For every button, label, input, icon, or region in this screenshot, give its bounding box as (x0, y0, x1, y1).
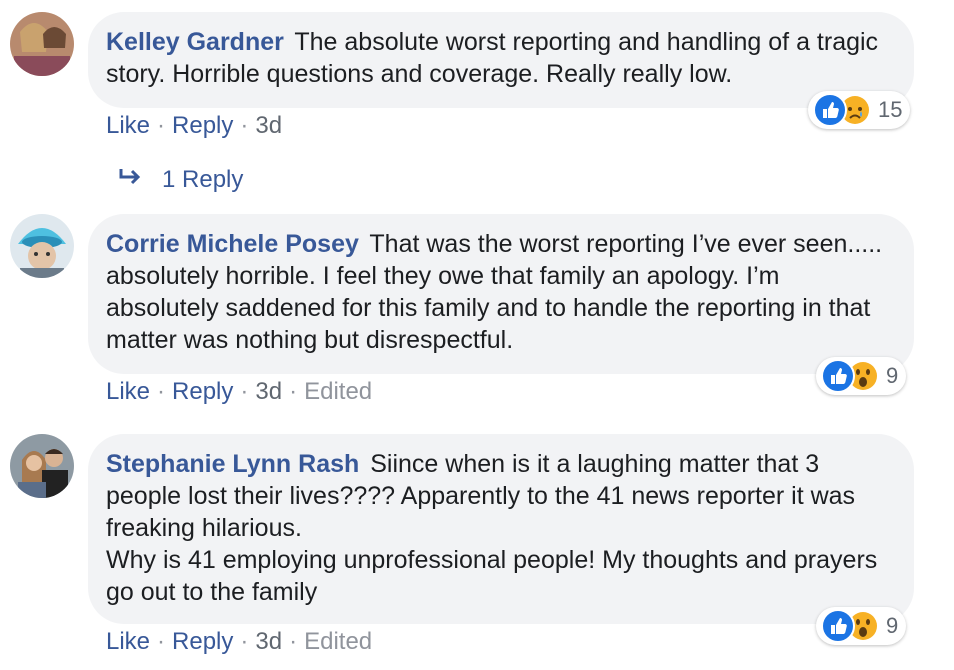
separator: · (289, 378, 298, 405)
reply-arrow-icon (118, 166, 146, 194)
like-link[interactable]: Like (106, 112, 150, 139)
reactions-summary[interactable]: 9 (816, 607, 907, 645)
like-link[interactable]: Like (106, 628, 150, 655)
reply-link[interactable]: Reply (172, 378, 233, 405)
comment-bubble: Kelley Gardner The absolute worst report… (88, 12, 914, 108)
avatar[interactable] (10, 434, 74, 498)
timestamp[interactable]: 3d (255, 378, 282, 405)
separator: · (240, 112, 249, 139)
comment-bubble: Stephanie Lynn Rash Siince when is it a … (88, 434, 914, 624)
comment-actions: Like · Reply · 3d · Edited (106, 627, 372, 657)
reaction-count: 9 (886, 613, 899, 638)
comment-actions: Like · Reply · 3d · Edited (106, 377, 372, 407)
like-link[interactable]: Like (106, 378, 150, 405)
comment-author[interactable]: Kelley Gardner (106, 28, 284, 56)
separator: · (240, 628, 249, 655)
reactions-summary[interactable]: 9 (816, 357, 907, 395)
avatar[interactable] (10, 12, 74, 76)
reaction-count: 9 (886, 363, 899, 388)
like-icon (821, 359, 855, 393)
comment-bubble: Corrie Michele Posey That was the worst … (88, 214, 914, 374)
separator: · (157, 112, 166, 139)
like-icon (821, 609, 855, 643)
separator: · (289, 628, 298, 655)
timestamp[interactable]: 3d (255, 628, 282, 655)
reply-link[interactable]: Reply (172, 628, 233, 655)
reply-link[interactable]: Reply (172, 112, 233, 139)
comment-author[interactable]: Corrie Michele Posey (106, 230, 359, 258)
edited-label[interactable]: Edited (304, 628, 372, 655)
comment-actions: Like · Reply · 3d (106, 111, 282, 141)
like-icon (813, 93, 847, 127)
avatar[interactable] (10, 214, 74, 278)
reaction-count: 15 (878, 97, 903, 122)
separator: · (157, 378, 166, 405)
separator: · (157, 628, 166, 655)
comment-author[interactable]: Stephanie Lynn Rash (106, 450, 359, 478)
reactions-summary[interactable]: 15 (808, 91, 911, 129)
replies-count-label[interactable]: 1 Reply (162, 166, 243, 194)
separator: · (240, 378, 249, 405)
edited-label[interactable]: Edited (304, 378, 372, 405)
timestamp[interactable]: 3d (255, 112, 282, 139)
view-replies-link[interactable]: 1 Reply (118, 166, 243, 194)
